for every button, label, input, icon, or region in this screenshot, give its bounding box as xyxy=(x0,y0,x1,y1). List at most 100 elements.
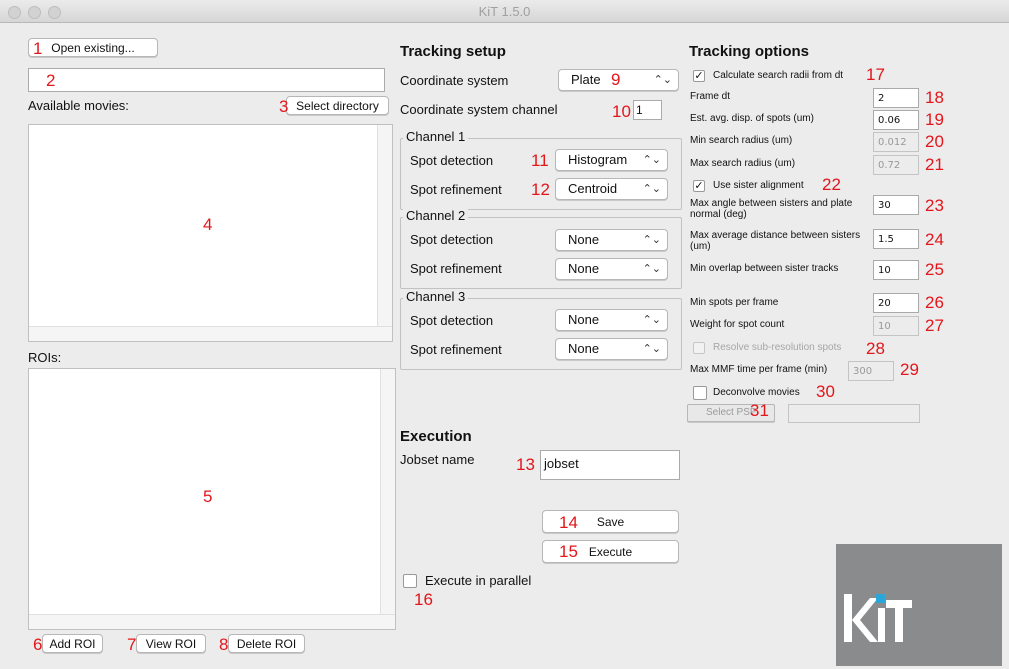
channel-3-title: Channel 3 xyxy=(403,289,469,304)
annotation-13: 13 xyxy=(516,455,535,474)
annotation-27: 27 xyxy=(925,316,944,335)
min-radius-input[interactable]: 0.012 xyxy=(873,132,919,152)
ch3-spot-detection-select[interactable]: None ⌃⌄ xyxy=(555,309,668,331)
ch1-spot-detection-label: Spot detection xyxy=(410,153,494,168)
max-mmf-input[interactable]: 300 xyxy=(848,361,894,381)
coord-channel-input[interactable]: 1 xyxy=(633,100,662,120)
jobset-name-label: Jobset name xyxy=(400,452,475,467)
add-roi-button[interactable]: Add ROI xyxy=(42,634,103,653)
weight-input[interactable]: 10 xyxy=(873,316,919,336)
execute-parallel-label: Execute in parallel xyxy=(425,573,532,588)
annotation-28: 28 xyxy=(866,339,885,358)
annotation-17: 17 xyxy=(866,65,885,84)
movies-list-vscroll[interactable] xyxy=(377,125,392,341)
calc-radii-label: Calculate search radii from dt xyxy=(713,70,844,81)
annotation-20: 20 xyxy=(925,132,944,151)
annotation-29: 29 xyxy=(900,360,919,379)
sister-align-checkbox[interactable]: ✓ xyxy=(693,180,705,192)
max-mmf-label: Max MMF time per frame (min) xyxy=(690,364,828,375)
available-movies-label: Available movies: xyxy=(28,98,129,113)
delete-roi-button[interactable]: Delete ROI xyxy=(228,634,305,653)
ch3-spot-refinement-value: None xyxy=(568,341,600,356)
select-chevron-icon: ⌃⌄ xyxy=(642,343,661,355)
annotation-31: 31 xyxy=(750,401,769,420)
annotation-19: 19 xyxy=(925,110,944,129)
annotation-14: 14 xyxy=(559,513,578,532)
annotation-30: 30 xyxy=(816,382,835,401)
annotation-1: 1 xyxy=(33,39,43,58)
ch1-spot-detection-select[interactable]: Histogram ⌃⌄ xyxy=(555,149,668,171)
coord-channel-label: Coordinate system channel xyxy=(400,102,558,117)
max-dist-input[interactable]: 1.5 xyxy=(873,229,919,249)
max-angle-input[interactable]: 30 xyxy=(873,195,919,215)
ch2-spot-refinement-value: None xyxy=(568,261,600,276)
deconvolve-label: Deconvolve movies xyxy=(713,387,800,398)
ch3-spot-detection-label: Spot detection xyxy=(410,313,494,328)
weight-label: Weight for spot count xyxy=(690,319,785,330)
frame-dt-input[interactable]: 2 xyxy=(873,88,919,108)
ch2-spot-refinement-select[interactable]: None ⌃⌄ xyxy=(555,258,668,280)
ch3-spot-refinement-select[interactable]: None ⌃⌄ xyxy=(555,338,668,360)
annotation-8: 8 xyxy=(219,635,229,654)
coord-system-value: Plate xyxy=(571,72,601,87)
jobset-name-input[interactable]: jobset xyxy=(540,450,680,480)
min-spots-input[interactable]: 20 xyxy=(873,293,919,313)
select-chevron-icon: ⌃⌄ xyxy=(642,183,661,195)
tracking-options-header: Tracking options xyxy=(689,43,810,60)
ch1-spot-refinement-select[interactable]: Centroid ⌃⌄ xyxy=(555,178,668,200)
annotation-6: 6 xyxy=(33,635,43,654)
deconvolve-checkbox[interactable] xyxy=(693,386,707,400)
select-directory-button[interactable]: Select directory xyxy=(286,96,389,115)
max-angle-label: Max angle between sisters and plate norm… xyxy=(690,198,853,220)
open-existing-button[interactable]: Open existing... xyxy=(28,38,158,57)
movies-list-hscroll[interactable] xyxy=(29,326,392,341)
annotation-5: 5 xyxy=(203,487,213,506)
rois-list-vscroll[interactable] xyxy=(380,369,395,629)
est-disp-label: Est. avg. disp. of spots (um) xyxy=(690,113,814,124)
psf-path-field[interactable] xyxy=(788,404,920,423)
channel-1-title: Channel 1 xyxy=(403,129,469,144)
annotation-7: 7 xyxy=(127,635,137,654)
min-overlap-input[interactable]: 10 xyxy=(873,260,919,280)
ch2-spot-detection-select[interactable]: None ⌃⌄ xyxy=(555,229,668,251)
execute-parallel-checkbox[interactable] xyxy=(403,574,417,588)
annotation-15: 15 xyxy=(559,542,578,561)
kit-logo-mark xyxy=(844,594,912,642)
annotation-12: 12 xyxy=(531,180,550,199)
resolve-sub-checkbox[interactable] xyxy=(693,342,705,354)
select-chevron-icon: ⌃⌄ xyxy=(642,234,661,246)
annotation-22: 22 xyxy=(822,175,841,194)
ch2-spot-refinement-label: Spot refinement xyxy=(410,261,502,276)
max-dist-label: Max average distance between sisters (um… xyxy=(690,230,861,252)
min-spots-label: Min spots per frame xyxy=(690,297,779,308)
annotation-25: 25 xyxy=(925,260,944,279)
max-radius-label: Max search radius (um) xyxy=(690,158,796,169)
annotation-23: 23 xyxy=(925,196,944,215)
ch2-spot-detection-label: Spot detection xyxy=(410,232,494,247)
select-chevron-icon: ⌃⌄ xyxy=(642,263,661,275)
tracking-setup-header: Tracking setup xyxy=(400,43,506,60)
frame-dt-label: Frame dt xyxy=(690,91,731,102)
rois-list-hscroll[interactable] xyxy=(29,614,395,629)
min-overlap-label: Min overlap between sister tracks xyxy=(690,263,839,274)
execution-header: Execution xyxy=(400,428,472,445)
resolve-sub-label: Resolve sub-resolution spots xyxy=(713,342,842,353)
ch1-spot-detection-value: Histogram xyxy=(568,152,628,167)
ch1-spot-refinement-label: Spot refinement xyxy=(410,182,502,197)
ch3-spot-refinement-label: Spot refinement xyxy=(410,342,502,357)
jobset-path-field[interactable] xyxy=(28,68,385,92)
est-disp-input[interactable]: 0.06 xyxy=(873,110,919,130)
min-radius-label: Min search radius (um) xyxy=(690,135,793,146)
view-roi-button[interactable]: View ROI xyxy=(136,634,206,653)
rois-label: ROIs: xyxy=(28,350,62,365)
annotation-10: 10 xyxy=(612,102,631,121)
annotation-3: 3 xyxy=(279,97,289,116)
channel-2-title: Channel 2 xyxy=(403,208,469,223)
annotation-24: 24 xyxy=(925,230,944,249)
annotation-21: 21 xyxy=(925,155,944,174)
max-radius-input[interactable]: 0.72 xyxy=(873,155,919,175)
annotation-4: 4 xyxy=(203,215,213,234)
annotation-11: 11 xyxy=(531,151,549,170)
window-title: KiT 1.5.0 xyxy=(478,4,531,19)
calc-radii-checkbox[interactable]: ✓ xyxy=(693,70,705,82)
